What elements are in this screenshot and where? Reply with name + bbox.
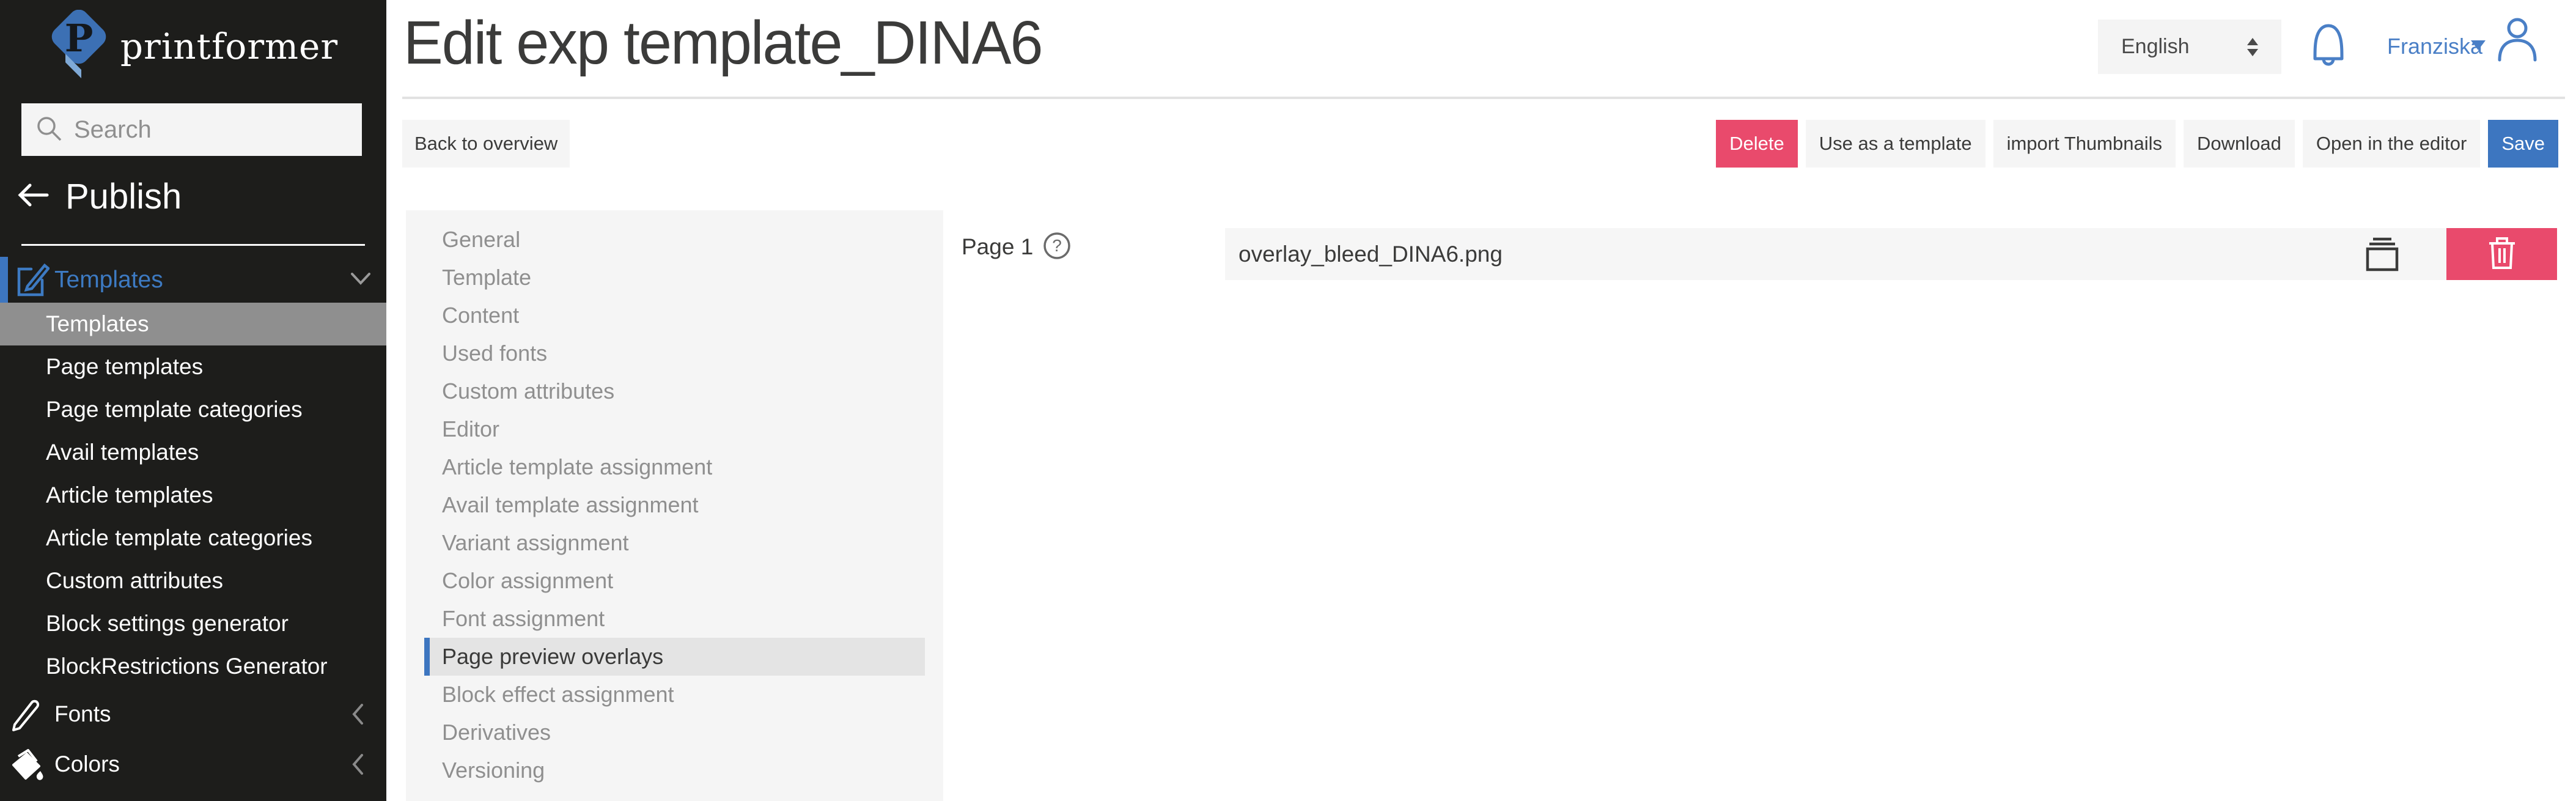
- sidebar-section-label: Colors: [54, 751, 120, 777]
- user-avatar-icon[interactable]: [2496, 16, 2539, 65]
- language-select[interactable]: English: [2098, 20, 2281, 74]
- language-selected-value: English: [2121, 35, 2190, 59]
- browse-files-icon[interactable]: [2365, 237, 2399, 275]
- delete-button[interactable]: Delete: [1716, 120, 1798, 168]
- sidebar-item-custom-attributes[interactable]: Custom attributes: [0, 559, 386, 602]
- back-to-publish[interactable]: Publish: [17, 173, 182, 220]
- sidebar-menu-label: Templates: [54, 267, 163, 293]
- search-input[interactable]: [74, 116, 331, 144]
- toolbar-actions: Delete Use as a template import Thumbnai…: [1716, 120, 2558, 168]
- sidebar-item-article-template-categories[interactable]: Article template categories: [0, 517, 386, 559]
- sidebar-item-block-settings-generator[interactable]: Block settings generator: [0, 602, 386, 645]
- select-spinner-icon: [2247, 38, 2258, 56]
- subnav-item-font-assignment[interactable]: Font assignment: [406, 600, 943, 638]
- logo-text: printformer: [120, 26, 338, 67]
- open-in-editor-button[interactable]: Open in the editor: [2303, 120, 2480, 168]
- page-label: Page 1: [962, 234, 1033, 260]
- subnav-item-article-template-assignment[interactable]: Article template assignment: [406, 448, 943, 486]
- subnav-item-page-preview-overlays[interactable]: Page preview overlays: [424, 638, 925, 676]
- svg-text:P: P: [65, 16, 94, 61]
- header-divider: [402, 97, 2565, 99]
- subnav-item-used-fonts[interactable]: Used fonts: [406, 334, 943, 372]
- subnav-item-block-effect-assignment[interactable]: Block effect assignment: [406, 676, 943, 714]
- user-dropdown-caret-icon[interactable]: [2471, 40, 2486, 50]
- sidebar-item-colors[interactable]: Colors: [0, 743, 386, 786]
- sidebar-item-article-templates[interactable]: Article templates: [0, 474, 386, 517]
- page-label-row: Page 1 ?: [962, 230, 1071, 264]
- notifications-bell-icon[interactable]: [2310, 21, 2347, 70]
- printformer-app: P printformer Publish: [0, 0, 2576, 801]
- subnav-item-color-assignment[interactable]: Color assignment: [406, 562, 943, 600]
- sidebar-section-label: Fonts: [54, 701, 111, 727]
- back-arrow-icon: [17, 182, 50, 212]
- publish-label: Publish: [65, 176, 182, 217]
- subnav-item-versioning[interactable]: Versioning: [406, 751, 943, 789]
- active-menu-accent-bar: [0, 257, 8, 303]
- page-title: Edit exp template_DINA6: [403, 5, 1042, 81]
- svg-text:?: ?: [1052, 236, 1062, 255]
- sidebar-divider: [21, 244, 365, 246]
- subnav-item-general[interactable]: General: [406, 221, 943, 259]
- chevron-left-icon: [351, 703, 364, 729]
- subnav-item-custom-attributes[interactable]: Custom attributes: [406, 372, 943, 410]
- sidebar-item-page-template-categories[interactable]: Page template categories: [0, 388, 386, 431]
- sidebar-menu-templates[interactable]: Templates: [0, 257, 386, 303]
- logo[interactable]: P printformer: [0, 10, 386, 83]
- sidebar-menu-list: TemplatesPage templatesPage template cat…: [0, 303, 386, 688]
- search-icon: [35, 114, 63, 146]
- subnav-item-derivatives[interactable]: Derivatives: [406, 714, 943, 751]
- pencil-icon: [10, 698, 42, 735]
- printformer-logo-icon: P: [48, 10, 108, 83]
- template-settings-subnav: GeneralTemplateContentUsed fontsCustom a…: [406, 210, 943, 801]
- user-name[interactable]: Franziska: [2387, 34, 2482, 59]
- use-as-template-button[interactable]: Use as a template: [1806, 120, 1985, 168]
- subnav-item-template[interactable]: Template: [406, 259, 943, 297]
- delete-overlay-button[interactable]: [2446, 228, 2557, 280]
- subnav-item-variant-assignment[interactable]: Variant assignment: [406, 524, 943, 562]
- subnav-item-avail-template-assignment[interactable]: Avail template assignment: [406, 486, 943, 524]
- back-to-overview-button[interactable]: Back to overview: [402, 120, 570, 168]
- sidebar-item-blockrestrictions-generator[interactable]: BlockRestrictions Generator: [0, 645, 386, 688]
- edit-square-icon: [15, 262, 50, 301]
- overlay-file-name: overlay_bleed_DINA6.png: [1238, 242, 1503, 267]
- help-circle-icon[interactable]: ?: [1043, 232, 1071, 263]
- sidebar-item-fonts[interactable]: Fonts: [0, 693, 386, 736]
- trash-icon: [2488, 236, 2516, 272]
- chevron-down-icon: [350, 271, 372, 289]
- sidebar: P printformer Publish: [0, 0, 386, 801]
- sidebar-item-templates[interactable]: Templates: [0, 303, 386, 345]
- sidebar-item-avail-templates[interactable]: Avail templates: [0, 431, 386, 474]
- download-button[interactable]: Download: [2184, 120, 2295, 168]
- paint-bucket-icon: [10, 748, 45, 786]
- save-button[interactable]: Save: [2488, 120, 2558, 168]
- sidebar-search: [21, 103, 362, 156]
- subnav-item-editor[interactable]: Editor: [406, 410, 943, 448]
- import-thumbnails-button[interactable]: import Thumbnails: [1993, 120, 2176, 168]
- sidebar-item-page-templates[interactable]: Page templates: [0, 345, 386, 388]
- overlay-file-field[interactable]: overlay_bleed_DINA6.png: [1225, 228, 2446, 280]
- subnav-item-content[interactable]: Content: [406, 297, 943, 334]
- chevron-left-icon: [351, 753, 364, 779]
